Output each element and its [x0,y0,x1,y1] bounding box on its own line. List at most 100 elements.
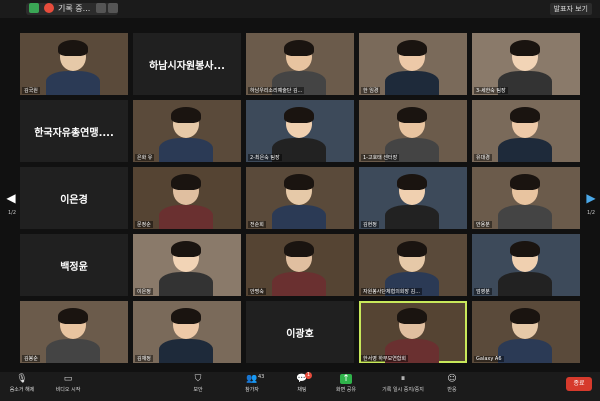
stop-recording-icon[interactable] [108,3,118,13]
participant-tile[interactable]: 전순희 [246,167,354,229]
participant-tile[interactable]: Galaxy A6 [472,301,580,363]
participant-name-label: 김현정 [361,221,379,228]
participant-video-hair [397,107,427,123]
next-page-number: 1/2 [587,210,596,216]
participant-name-label: 안용분 [474,221,492,228]
participant-tile[interactable]: 엄영분 [472,234,580,296]
participant-video-hair [284,174,314,190]
share-screen-icon: ↑ [340,374,352,384]
participant-tile[interactable]: 은화 유 [133,100,241,162]
participant-tile[interactable]: 문정순 [133,167,241,229]
chat-unread-badge: 1 [305,372,312,379]
microphone-off-icon: 🎙 [16,374,28,384]
participant-name-label: 안명숙 [248,288,266,295]
shield-icon[interactable] [29,3,39,13]
participant-video-body [385,71,439,95]
participant-tile[interactable]: 김재정 [133,301,241,363]
participant-video-hair [171,241,201,257]
participant-tile[interactable]: 김봉순 [20,301,128,363]
participant-video-hair [510,107,540,123]
start-video-button[interactable]: ▭ 비디오 시작 [48,374,88,400]
shield-icon: ⛉ [194,374,202,384]
participant-video-hair [284,40,314,56]
participant-video-hair [284,107,314,123]
chat-button[interactable]: 💬 1 채팅 [282,372,322,400]
participant-tile[interactable]: 김국원 [20,33,128,95]
participant-video-body [498,205,552,229]
participant-video-body [46,339,100,363]
participant-video-hair [510,40,540,56]
prev-page-arrow[interactable]: ◀ [6,188,16,208]
participant-video-hair [58,40,88,56]
participant-tile[interactable]: 1-고호태 센터장 [359,100,467,162]
participants-button[interactable]: 👥 43 참가자 [232,374,272,400]
participant-video-body [498,138,552,162]
security-button[interactable]: ⛉ 보안 [178,374,218,400]
participant-video-hair [58,308,88,324]
participant-video-hair [171,174,201,190]
participant-video-body [46,71,100,95]
end-meeting-button[interactable]: 종료 [566,377,592,391]
participant-video-hair [510,308,540,324]
share-screen-button[interactable]: ↑ 화면 공유 [326,374,366,400]
meeting-top-bar: 기록 중... 발표자 보기 [0,0,600,18]
participant-video-body [272,205,326,229]
camera-off-icon: ▭ [63,374,73,384]
participant-tile[interactable]: 이광호 [246,301,354,363]
next-page-arrow[interactable]: ▶ [586,188,596,208]
participant-video-hair [510,174,540,190]
participant-tile[interactable]: 유대경 [472,100,580,162]
participant-name-label: 김재정 [135,355,153,362]
participant-name-label: 엄영분 [474,288,492,295]
participant-video-body [159,138,213,162]
participant-tile[interactable]: 3-세한숙 팀장 [472,33,580,95]
participant-name-label: 은화 유 [135,154,155,161]
participant-video-body [385,205,439,229]
participant-tile[interactable]: 한서영 하부모연합회 [359,301,467,363]
participant-name-label: 김봉순 [22,355,40,362]
participant-video-body [272,272,326,296]
participant-video-hair [397,308,427,324]
participant-tile[interactable]: 2-최은숙 팀장 [246,100,354,162]
participant-name-label: 자원봉사단체협의회장 김... [361,288,422,295]
participant-name-display: 한국자유총연맹.... [34,127,114,139]
prev-page-number: 1/2 [8,210,17,216]
participant-tile[interactable]: 하남우리소리예술단 김... [246,33,354,95]
unmute-button[interactable]: 🎙 음소거 해제 [2,374,42,400]
participant-tile[interactable]: 이은경 [20,167,128,229]
participant-name-label: 김국원 [22,87,40,94]
participant-tile[interactable]: 이은정 [133,234,241,296]
participant-name-label: 3-세한숙 팀장 [474,87,508,94]
participant-video-hair [397,241,427,257]
pause-stop-icon: ⏸ [400,374,406,384]
participant-tile[interactable]: 하남시자원봉사... [133,33,241,95]
participant-name-label: 문정순 [135,221,153,228]
participant-name-label: 이은정 [135,288,153,295]
participant-tile[interactable]: 안명숙 [246,234,354,296]
participant-video-body [159,339,213,363]
people-icon: 👥 [246,374,258,384]
speaker-view-button[interactable]: 발표자 보기 [549,3,592,15]
participant-tile[interactable]: 김현정 [359,167,467,229]
participant-video-hair [397,40,427,56]
participant-video-hair [171,107,201,123]
participant-tile[interactable]: 한국자유총연맹.... [20,100,128,162]
participant-tile[interactable]: 백정윤 [20,234,128,296]
participant-video-body [498,272,552,296]
participant-video-hair [510,241,540,257]
record-controls-button[interactable]: ⏸ 기록 일시 중지/중지 [378,374,428,400]
participant-video-hair [397,174,427,190]
participant-video-body [498,339,552,363]
participant-name-label: 2-최은숙 팀장 [248,154,282,161]
pause-recording-icon[interactable] [96,3,106,13]
participant-tile[interactable]: 한 임경 [359,33,467,95]
participant-name-label: 하남우리소리예술단 김... [248,87,305,94]
participant-name-display: 이은경 [60,194,88,206]
participant-tile[interactable]: 안용분 [472,167,580,229]
record-icon [44,3,54,13]
participant-name-display: 하남시자원봉사... [149,60,225,72]
participant-name-label: 한 임경 [361,87,381,94]
reactions-button[interactable]: ☺ 반응 [432,374,472,400]
participant-tile[interactable]: 자원봉사단체협의회장 김... [359,234,467,296]
participant-name-display: 백정윤 [60,261,88,273]
